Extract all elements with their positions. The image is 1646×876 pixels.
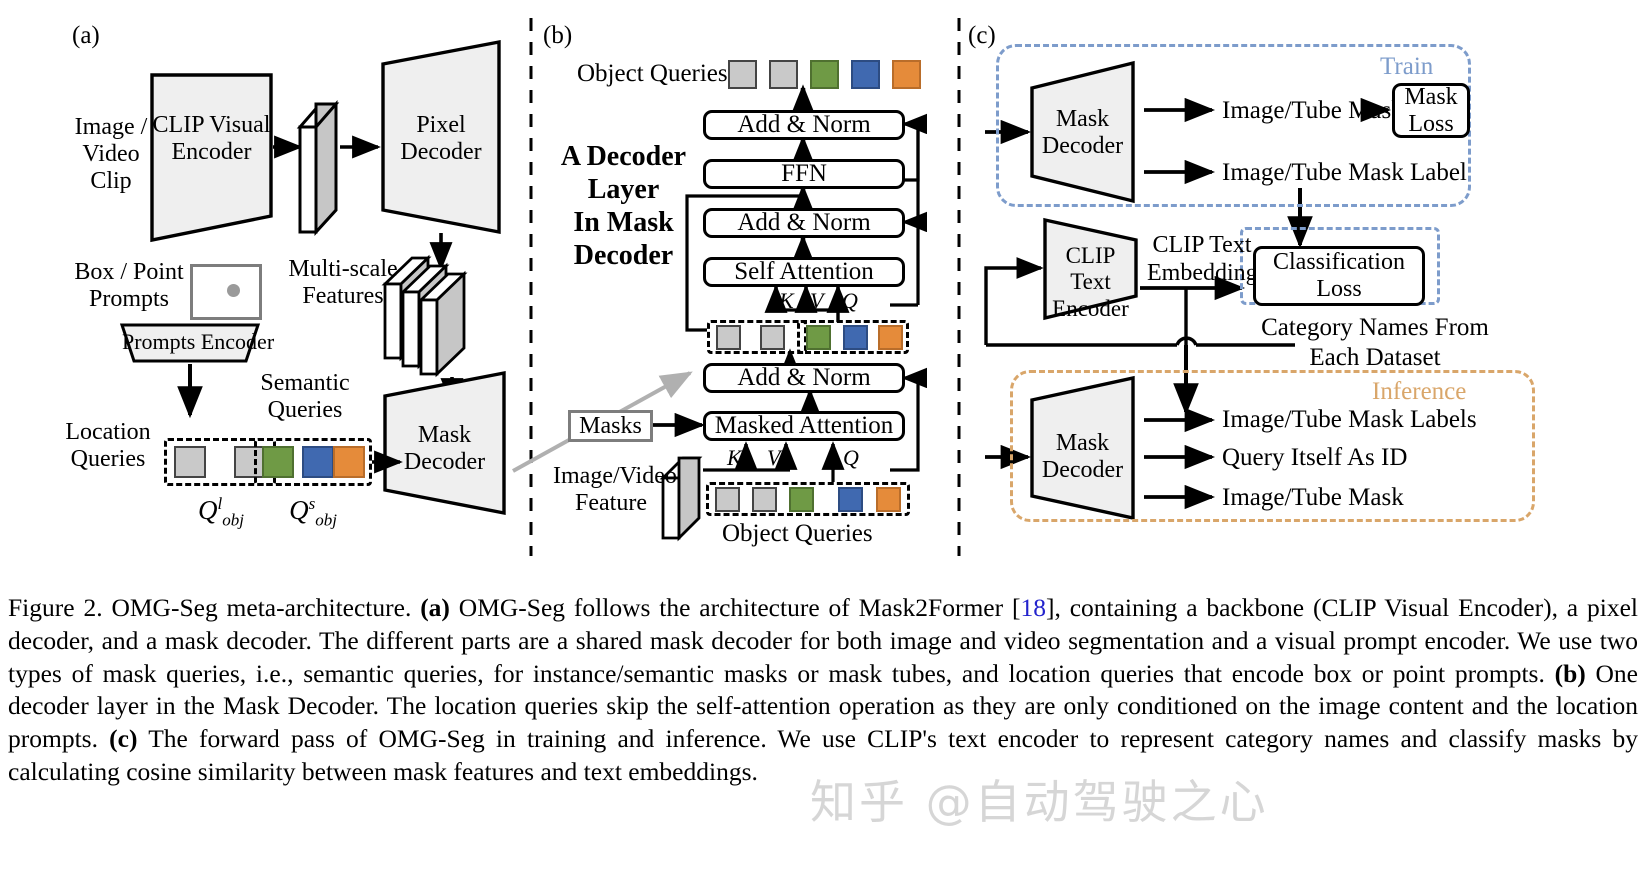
panel-tag-c: (c)	[968, 22, 996, 49]
mask-loss-box: Mask Loss	[1392, 83, 1470, 138]
query-chip-gray	[715, 487, 740, 512]
query-chip-blue	[838, 487, 863, 512]
image-tube-mask-label: Image/Tube Mask	[1222, 97, 1404, 124]
category-names-label: Category Names From Each Dataset	[1261, 314, 1489, 371]
self-attn-v-label: V	[810, 288, 824, 313]
mask-decoder-label-inference: Mask Decoder	[1041, 430, 1124, 483]
query-chip-orange	[878, 325, 903, 350]
point-prompt-dot	[227, 284, 240, 297]
query-chip-blue	[302, 446, 334, 478]
query-chip-gray	[174, 446, 206, 478]
object-queries-top-label: Object Queries	[577, 60, 728, 87]
query-chip-gray	[760, 325, 785, 350]
query-chip-gray	[716, 325, 741, 350]
q-location-subscript: obj	[222, 510, 244, 530]
masked-attn-q-label: Q	[843, 445, 859, 470]
masked-attn-k-label: K	[727, 445, 742, 470]
masked-attention-block: Masked Attention	[703, 411, 905, 441]
image-video-feature-label: Image/Video Feature	[553, 463, 677, 516]
caption-seg-1: Figure 2. OMG-Seg meta-architecture.	[8, 593, 421, 622]
clip-text-encoder-label: CLIP Text Encoder	[1052, 243, 1129, 321]
panel-tag-b: (b)	[543, 22, 573, 49]
query-chip-orange	[876, 487, 901, 512]
pixel-decoder-label: Pixel Decoder	[400, 112, 482, 165]
caption-seg-2: OMG-Seg follows the architecture of Mask…	[449, 593, 1021, 622]
query-chip-gray	[752, 487, 777, 512]
clip-text-embedding-label: CLIP Text Embedding	[1147, 232, 1258, 286]
query-chip-green	[789, 487, 814, 512]
query-chip-gray	[728, 60, 757, 89]
clip-visual-encoder-label: CLIP Visual Encoder	[152, 112, 271, 165]
query-chip-blue	[851, 60, 880, 89]
mask-decoder-label-train: Mask Decoder	[1041, 106, 1124, 159]
image-tube-mask-label-output: Image/Tube Mask Label	[1222, 159, 1467, 186]
train-region-label: Train	[1380, 53, 1434, 80]
ffn-block: FFN	[703, 159, 905, 189]
query-chip-orange	[892, 60, 921, 89]
object-queries-bottom-label: Object Queries	[722, 520, 873, 547]
q-semantic-notation: Qsobj	[270, 494, 356, 529]
semantic-queries-label: Semantic Queries	[260, 370, 350, 423]
add-norm-block-3: Add & Norm	[703, 363, 905, 393]
classification-loss-box: Classification Loss	[1253, 246, 1425, 306]
panel-tag-a: (a)	[72, 22, 100, 49]
image-tube-mask-output: Image/Tube Mask	[1222, 484, 1404, 511]
input-image-video-clip-label: Image / Video Clip	[74, 114, 148, 194]
caption-tag-b: (b)	[1554, 658, 1586, 688]
add-norm-block-1: Add & Norm	[703, 110, 905, 140]
panel-b-title: A Decoder Layer In Mask Decoder	[560, 141, 687, 272]
self-attn-k-label: K	[779, 288, 794, 313]
caption-tag-a: (a)	[420, 593, 450, 622]
prompts-encoder-label: Prompts Encoder	[122, 329, 275, 354]
add-norm-block-2: Add & Norm	[703, 208, 905, 238]
caption-reference-18[interactable]: 18	[1020, 593, 1046, 622]
figure-caption: Figure 2. OMG-Seg meta-architecture. (a)…	[8, 592, 1638, 789]
query-chip-green	[810, 60, 839, 89]
image-tube-mask-labels-output: Image/Tube Mask Labels	[1222, 406, 1477, 433]
q-location-symbol: Q	[198, 495, 218, 525]
masks-box: Masks	[568, 410, 653, 442]
box-point-prompts-label: Box / Point Prompts	[74, 259, 184, 312]
location-queries-label: Location Queries	[65, 419, 151, 472]
masked-attn-v-label: V	[767, 445, 781, 470]
query-chip-green	[262, 446, 294, 478]
inference-region-label: Inference	[1372, 378, 1467, 405]
self-attention-block: Self Attention	[703, 257, 905, 287]
query-chip-green	[806, 325, 831, 350]
query-chip-blue	[843, 325, 868, 350]
q-location-notation: Qlobj	[178, 494, 264, 529]
query-chip-gray	[769, 60, 798, 89]
box-prompt-rect	[190, 264, 262, 320]
caption-tag-c: (c)	[109, 724, 138, 754]
query-itself-as-id-output: Query Itself As ID	[1222, 444, 1408, 471]
query-chip-orange	[333, 446, 365, 478]
self-attn-q-label: Q	[842, 288, 858, 313]
q-semantic-subscript: obj	[315, 510, 337, 530]
figure-2-omg-seg-meta-architecture: (a) (b) (c) Image / Video Clip CLIP Visu…	[0, 0, 1646, 876]
mask-decoder-label-a: Mask Decoder	[403, 422, 486, 475]
watermark: 知乎 @自动驾驶之心	[810, 775, 1269, 829]
multi-scale-features-label: Multi-scale Features	[288, 256, 398, 309]
q-semantic-symbol: Q	[289, 495, 309, 525]
